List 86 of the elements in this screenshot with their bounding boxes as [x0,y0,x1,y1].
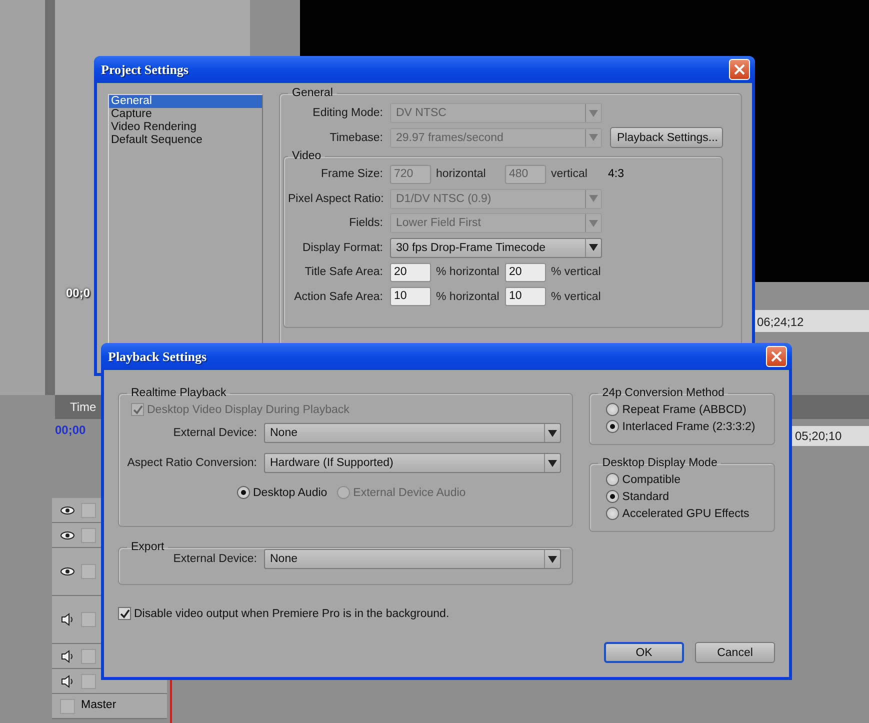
dialog-button[interactable]: Cancel [695,642,775,663]
radio-button[interactable] [606,403,620,416]
timecode: 00;00 [55,423,86,437]
playhead-line [170,680,172,723]
aspect-label: 4:3 [608,168,624,180]
toggle-box[interactable] [81,648,96,664]
field-label: Aspect Ratio Conversion: [127,457,257,469]
field-label: Action Safe Area: [293,290,383,303]
caret-icon [548,460,557,466]
input-field[interactable]: 20 [390,262,431,282]
radio-label: Desktop Audio [253,486,328,498]
ruler-time: 05;20;10 [795,429,842,443]
toggle-box[interactable] [81,612,96,627]
input-field[interactable]: 20 [505,262,546,282]
checkbox-label: Disable video output when Premiere Pro is in the background. [134,608,450,620]
dialog-button[interactable]: OK [604,642,684,663]
close-button[interactable] [729,59,750,80]
caret-icon [548,556,557,563]
close-button[interactable] [766,346,787,367]
radio-button[interactable] [606,420,620,433]
field-label: Frame Size: [320,168,383,180]
toggle-box[interactable] [81,674,96,688]
group-label: Video [291,150,322,162]
caret-icon [589,110,598,117]
caret-icon [548,430,557,436]
input-field[interactable]: 10 [390,287,431,306]
field-label: Title Safe Area: [304,266,383,278]
toggle-box[interactable] [81,502,96,518]
field-label: Timebase: [328,132,383,144]
close-icon [734,64,745,75]
field-label: Pixel Aspect Ratio: [288,192,383,205]
section-item[interactable]: Capture [109,108,262,121]
group-label: 24p Conversion Method [601,387,726,399]
checkbox-label: Desktop Video Display During Playback [147,404,350,416]
playback-settings-button[interactable]: Playback Settings... [610,127,723,148]
unit-label: % horizontal [436,266,498,278]
radio-label: Compatible [622,474,680,486]
radio-button[interactable] [606,490,620,503]
caret-icon [589,195,598,202]
radio-button[interactable] [606,507,620,520]
timeline-tab[interactable]: Time [70,400,96,414]
speaker-icon[interactable] [60,674,75,688]
toggle-box[interactable] [81,528,96,542]
field-label: External Device: [172,553,257,566]
speaker-icon[interactable] [60,648,75,664]
caret-icon [589,244,598,252]
field-label: Display Format: [301,242,383,254]
window-title: Playback Settings [108,348,207,364]
radio-label: Accelerated GPU Effects [622,508,750,520]
radio-button[interactable] [606,473,620,486]
input-field[interactable]: 10 [505,287,546,306]
dropdown[interactable]: None [264,549,561,570]
unit-label: % horizontal [436,290,498,303]
window-title: Project Settings [101,62,188,78]
section-item[interactable]: General [109,95,262,108]
group-label: General [291,87,334,99]
field-label: Editing Mode: [312,107,383,120]
radio-button[interactable] [237,486,250,499]
radio-label: External Device Audio [353,486,466,498]
radio-label: Repeat Frame (ABBCD) [622,404,746,416]
unit-label: vertical [551,168,588,180]
toggle-box[interactable] [81,564,96,579]
group-label: Export [130,541,166,553]
group-label: Desktop Display Mode [601,457,718,469]
toggle-box[interactable] [60,698,75,714]
section-item[interactable]: Default Sequence [109,134,262,147]
unit-label: % vertical [551,266,601,278]
field-label: External Device: [172,427,257,439]
radio-label: Standard [622,490,669,502]
unit-label: horizontal [436,168,487,180]
caret-icon [589,134,598,142]
close-icon [771,351,782,362]
dropdown[interactable]: 30 fps Drop-Frame Timecode [390,238,602,258]
section-item[interactable]: Video Rendering [109,121,262,134]
timecode: 00;0 [66,286,90,300]
checkbox[interactable] [118,607,131,620]
speaker-icon[interactable] [60,612,75,627]
unit-label: % vertical [551,290,601,303]
dropdown[interactable]: Hardware (If Supported) [264,453,561,473]
field-label: Fields: [348,217,383,230]
caret-icon [589,220,598,227]
dropdown[interactable]: None [264,423,561,443]
ruler-time: 06;24;12 [757,315,804,329]
track-name: Master [81,698,116,712]
group-label: Realtime Playback [130,387,228,399]
radio-label: Interlaced Frame (2:3:3:2) [622,420,756,432]
